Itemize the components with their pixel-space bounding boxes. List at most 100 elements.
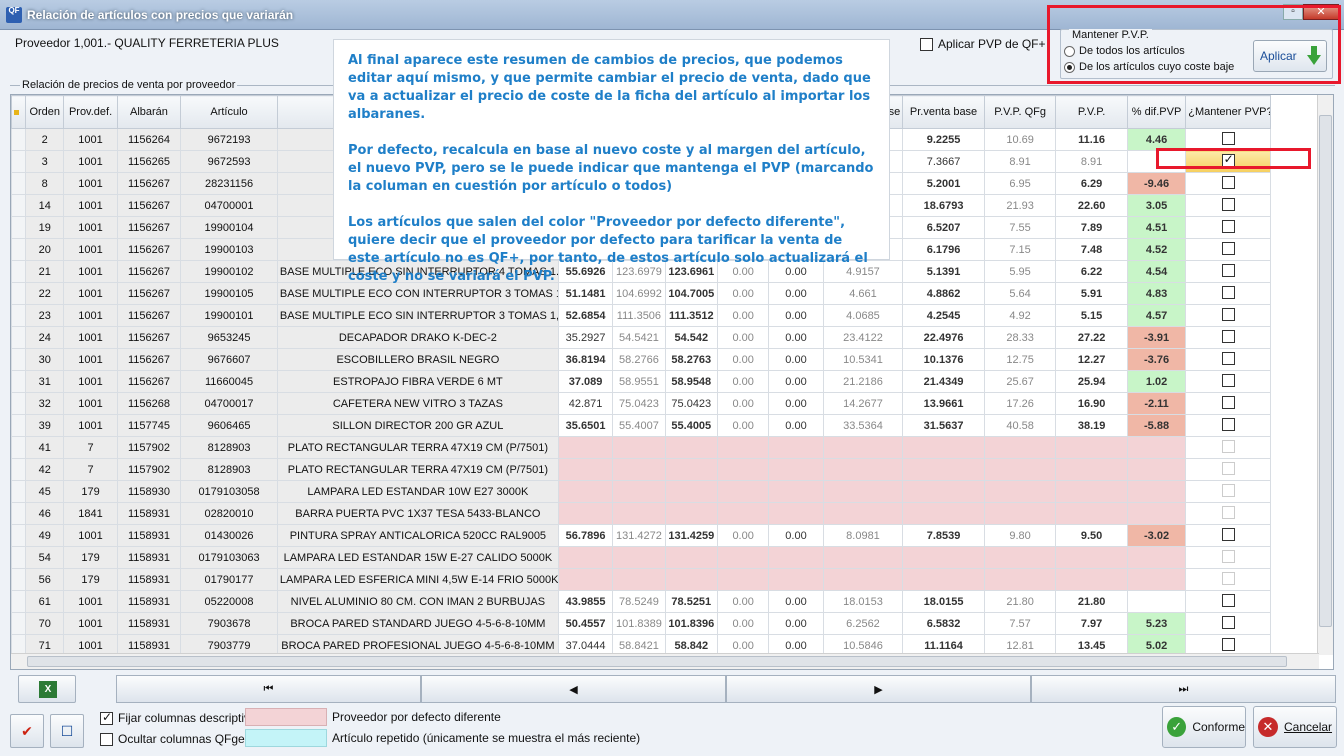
cell-pvp-qfg[interactable]: 4.92 (983, 304, 1057, 327)
cell-dto1[interactable]: 0.00 (716, 348, 770, 371)
cell-orden[interactable]: 14 (25, 194, 65, 217)
cell-articulo[interactable]: 19900101 (180, 304, 278, 327)
vertical-scrollbar[interactable] (1317, 95, 1333, 655)
cell-margen[interactable]: 111.3506 (612, 304, 666, 327)
cell-descripcion[interactable]: DECAPADOR DRAKO K-DEC-2 (276, 326, 559, 349)
cell-pvp-qfg[interactable] (983, 436, 1057, 459)
cell-margen[interactable]: 54.5421 (612, 326, 666, 349)
cell-albaran[interactable]: 1156267 (116, 370, 182, 393)
row-indicator[interactable] (11, 172, 27, 195)
cell-mantener-pvp[interactable] (1185, 568, 1271, 591)
mantener-pvp-checkbox[interactable] (1221, 571, 1235, 585)
cell-articulo[interactable]: 01430026 (180, 524, 278, 547)
cell-pr-venta-base[interactable] (902, 568, 985, 591)
cell-coste[interactable]: 36.8194 (557, 348, 614, 371)
cell-articulo[interactable]: 0179103063 (180, 546, 278, 569)
cell-base[interactable] (822, 502, 904, 525)
cell-pr-venta-base[interactable]: 22.4976 (902, 326, 985, 349)
cell-dto2[interactable]: 0.00 (768, 304, 824, 327)
cell-pvp-qfg[interactable]: 17.26 (983, 392, 1057, 415)
cell-coste-nuevo[interactable] (664, 568, 718, 591)
cell-base[interactable] (822, 436, 904, 459)
mantener-pvp-checkbox[interactable] (1221, 175, 1235, 189)
cell-albaran[interactable]: 1156264 (116, 128, 182, 151)
cell-orden[interactable]: 56 (25, 568, 65, 591)
cell-coste[interactable]: 37.089 (557, 370, 614, 393)
cell-coste-nuevo[interactable]: 78.5251 (664, 590, 718, 613)
cell-orden[interactable]: 61 (25, 590, 65, 613)
mantener-pvp-checkbox[interactable] (1221, 417, 1235, 431)
cell-dif-pvp[interactable]: 4.83 (1126, 282, 1187, 305)
cell-articulo[interactable]: 7903678 (180, 612, 278, 635)
cell-mantener-pvp[interactable] (1185, 524, 1271, 547)
cell-articulo[interactable]: 19900103 (180, 238, 278, 261)
table-row[interactable]: 32 1001 1156268 04700017 CAFETERA NEW VITRO … (11, 392, 1271, 415)
cell-prov-def[interactable]: 1001 (63, 370, 118, 393)
cell-mantener-pvp[interactable] (1185, 480, 1271, 503)
row-indicator[interactable] (11, 502, 27, 525)
cell-articulo[interactable]: 05220008 (180, 590, 278, 613)
nav-first-button[interactable]: ⏮ (116, 675, 421, 703)
cell-mantener-pvp[interactable] (1185, 216, 1271, 239)
cell-dto1[interactable]: 0.00 (716, 524, 770, 547)
cell-descripcion[interactable]: BASE MULTIPLE ECO SIN INTERRUPTOR 3 TOMA… (276, 304, 559, 327)
cell-pvp-qfg[interactable]: 21.80 (983, 590, 1057, 613)
table-row[interactable]: 31 1001 1156267 11660045 ESTROPAJO FIBRA VER… (11, 370, 1271, 393)
cell-articulo[interactable]: 02820010 (180, 502, 278, 525)
cell-orden[interactable]: 19 (25, 216, 65, 239)
cell-mantener-pvp[interactable] (1185, 436, 1271, 459)
cell-coste[interactable]: 56.7896 (557, 524, 614, 547)
cell-pvp-qfg[interactable] (983, 458, 1057, 481)
cell-dto1[interactable] (716, 568, 770, 591)
table-row[interactable]: 41 7 1157902 8128903 PLATO RECTANGULAR TERRA… (11, 436, 1271, 459)
cell-coste[interactable] (557, 568, 614, 591)
cell-descripcion[interactable]: LAMPARA LED ESTANDAR 15W E-27 CALIDO 500… (276, 546, 559, 569)
mantener-pvp-checkbox[interactable] (1221, 505, 1235, 519)
cell-dto1[interactable]: 0.00 (716, 370, 770, 393)
cell-dif-pvp[interactable]: 1.02 (1126, 370, 1187, 393)
cell-pr-venta-base[interactable] (902, 480, 985, 503)
column-header[interactable]: Pr.venta base (902, 95, 985, 129)
row-indicator[interactable] (11, 458, 27, 481)
cell-dto2[interactable]: 0.00 (768, 348, 824, 371)
cell-articulo[interactable]: 9672593 (180, 150, 278, 173)
cell-mantener-pvp[interactable] (1185, 414, 1271, 437)
cell-coste-nuevo[interactable] (664, 546, 718, 569)
row-indicator[interactable] (11, 260, 27, 283)
cell-orden[interactable]: 24 (25, 326, 65, 349)
cell-coste-nuevo[interactable] (664, 436, 718, 459)
checkbox-icon[interactable] (920, 37, 933, 51)
cell-articulo[interactable]: 9676607 (180, 348, 278, 371)
cell-pvp-qfg[interactable]: 5.64 (983, 282, 1057, 305)
cell-margen[interactable] (612, 480, 666, 503)
cell-pvp[interactable] (1055, 502, 1128, 525)
row-indicator[interactable] (11, 414, 27, 437)
cell-prov-def[interactable]: 179 (63, 480, 118, 503)
table-row[interactable]: 23 1001 1156267 19900101 BASE MULTIPLE ECO S… (11, 304, 1271, 327)
excel-export-button[interactable]: X (18, 675, 76, 703)
cell-pvp-qfg[interactable]: 8.91 (983, 150, 1057, 173)
cell-dif-pvp[interactable]: 5.23 (1126, 612, 1187, 635)
cell-margen[interactable]: 78.5249 (612, 590, 666, 613)
cell-dto2[interactable] (768, 568, 824, 591)
nav-next-button[interactable]: ▶ (726, 675, 1031, 703)
row-indicator[interactable] (11, 194, 27, 217)
cell-albaran[interactable]: 1158930 (116, 480, 182, 503)
cell-pvp[interactable]: 5.15 (1055, 304, 1128, 327)
cell-descripcion[interactable]: PINTURA SPRAY ANTICALORICA 520CC RAL9005 (276, 524, 559, 547)
cell-dto2[interactable] (768, 436, 824, 459)
cell-descripcion[interactable]: PLATO RECTANGULAR TERRA 47X19 CM (P/7501… (276, 436, 559, 459)
cell-articulo[interactable]: 8128903 (180, 458, 278, 481)
cell-albaran[interactable]: 1156267 (116, 348, 182, 371)
cell-prov-def[interactable]: 1001 (63, 326, 118, 349)
cell-articulo[interactable]: 28231156 (180, 172, 278, 195)
horizontal-scroll-thumb[interactable] (27, 656, 1287, 667)
table-row[interactable]: 56 179 1158931 01790177 LAMPARA LED ESFERICA… (11, 568, 1271, 591)
cell-coste[interactable]: 35.2927 (557, 326, 614, 349)
cell-dif-pvp[interactable]: 4.52 (1126, 238, 1187, 261)
cell-coste[interactable] (557, 546, 614, 569)
row-indicator[interactable] (11, 436, 27, 459)
cell-pr-venta-base[interactable]: 6.1796 (902, 238, 985, 261)
cell-dif-pvp[interactable]: -2.11 (1126, 392, 1187, 415)
cell-dif-pvp[interactable] (1126, 546, 1187, 569)
